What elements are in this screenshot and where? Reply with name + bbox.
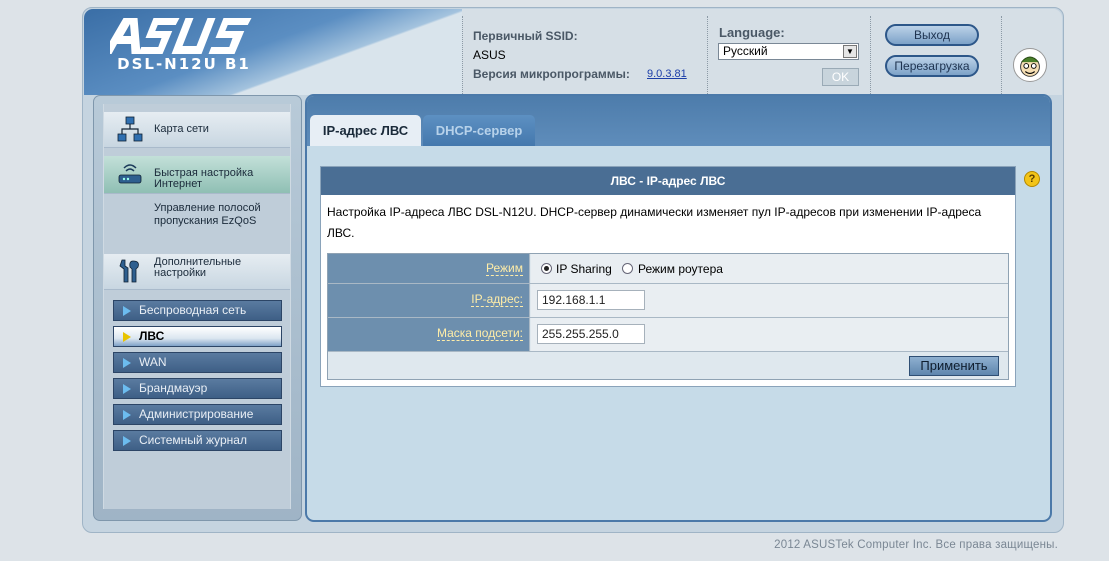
sidebar-subitem-administration[interactable]: Администрирование	[113, 404, 282, 425]
sidebar-item-label: Дополнительные настройки	[154, 256, 242, 279]
mask-row: Маска подсети:	[328, 318, 1008, 352]
arrow-right-icon	[123, 384, 131, 394]
dropdown-arrow-icon[interactable]: ▼	[843, 45, 857, 58]
copyright-footer: 2012 ASUSTek Computer Inc. Все права защ…	[774, 539, 1058, 551]
mode-row: Режим IP Sharing Режим роутера	[328, 254, 1008, 284]
mode-label-cell: Режим	[328, 254, 530, 283]
network-map-icon	[117, 116, 143, 142]
subnet-mask-input[interactable]	[537, 324, 645, 344]
support-avatar-icon[interactable]	[1013, 48, 1047, 82]
sidebar-subitem-wan[interactable]: WAN	[113, 352, 282, 373]
mode-value-cell: IP Sharing Режим роутера	[531, 254, 1008, 283]
sidebar-subitem-label: Системный журнал	[139, 433, 247, 447]
header-divider	[870, 16, 871, 94]
tab-lan-ip[interactable]: IP-адрес ЛВС	[310, 115, 421, 146]
sidebar-item-network-map[interactable]: Карта сети	[104, 112, 290, 148]
header-divider	[462, 16, 463, 94]
sidebar-subitem-label: WAN	[139, 355, 167, 369]
settings-title: ЛВС - IP-адрес ЛВС	[321, 167, 1015, 195]
ip-row: IP-адрес:	[328, 284, 1008, 318]
sidebar-subitem-label: Брандмауэр	[139, 381, 208, 395]
header-divider	[707, 16, 708, 94]
language-select[interactable]: Русский ▼	[718, 43, 859, 60]
sidebar-subitem-label: Беспроводная сеть	[139, 303, 247, 317]
ssid-value: ASUS	[473, 48, 506, 62]
firmware-version-link[interactable]: 9.0.3.81	[647, 68, 687, 80]
model-name: DSL-N12U B1	[117, 55, 251, 73]
settings-description: Настройка IP-адреса ЛВС DSL-N12U. DHCP-с…	[327, 205, 982, 240]
arrow-right-icon	[123, 306, 131, 316]
ip-address-input[interactable]	[537, 290, 645, 310]
sidebar-subitem-system-log[interactable]: Системный журнал	[113, 430, 282, 451]
tools-icon	[119, 259, 139, 283]
sidebar-subitem-wireless[interactable]: Беспроводная сеть	[113, 300, 282, 321]
sidebar-item-advanced-settings[interactable]: Дополнительные настройки	[104, 254, 290, 290]
firmware-label: Версия микропрограммы:	[473, 67, 630, 81]
sidebar-subitem-firewall[interactable]: Брандмауэр	[113, 378, 282, 399]
ssid-label: Первичный SSID:	[473, 29, 578, 43]
arrow-right-icon	[123, 410, 131, 420]
help-icon[interactable]: ?	[1024, 171, 1040, 187]
mask-value-cell	[531, 318, 1008, 351]
sidebar-subitem-label: Администрирование	[139, 407, 254, 421]
sidebar-subitem-label: ЛВС	[139, 329, 165, 343]
apply-button[interactable]: Применить	[909, 356, 999, 376]
mode-router-label[interactable]: Режим роутера	[638, 262, 723, 276]
arrow-right-icon	[123, 436, 131, 446]
reboot-button[interactable]: Перезагрузка	[885, 55, 979, 77]
sidebar-item-label: Карта сети	[154, 123, 209, 135]
arrow-right-icon	[123, 358, 131, 368]
sidebar-item-ezqos[interactable]: Управление полосой пропускания EzQoS	[154, 202, 284, 228]
header-divider	[1001, 16, 1002, 94]
router-icon	[118, 164, 142, 184]
sidebar-subitem-lan[interactable]: ЛВС	[113, 326, 282, 347]
sidebar-item-quick-setup[interactable]: Быстрая настройка Интернет	[104, 156, 290, 194]
language-ok-button[interactable]: OK	[822, 68, 859, 86]
asus-logo	[110, 18, 252, 54]
ip-value-cell	[531, 284, 1008, 317]
mask-label: Маска подсети:	[436, 326, 523, 341]
ip-label: IP-адрес:	[471, 292, 523, 307]
logout-button[interactable]: Выход	[885, 24, 979, 46]
language-label: Language:	[719, 25, 785, 40]
mode-label: Режим	[486, 261, 523, 276]
language-selected-value: Русский	[723, 44, 768, 58]
mask-label-cell: Маска подсети:	[328, 318, 530, 351]
arrow-right-icon	[123, 332, 131, 342]
tab-dhcp-server[interactable]: DHCP-сервер	[423, 115, 535, 146]
sidebar-item-label: Быстрая настройка Интернет	[154, 167, 254, 190]
ip-label-cell: IP-адрес:	[328, 284, 530, 317]
mode-ip-sharing-radio[interactable]	[541, 263, 552, 274]
mode-ip-sharing-label[interactable]: IP Sharing	[556, 262, 612, 276]
mode-router-radio[interactable]	[622, 263, 633, 274]
